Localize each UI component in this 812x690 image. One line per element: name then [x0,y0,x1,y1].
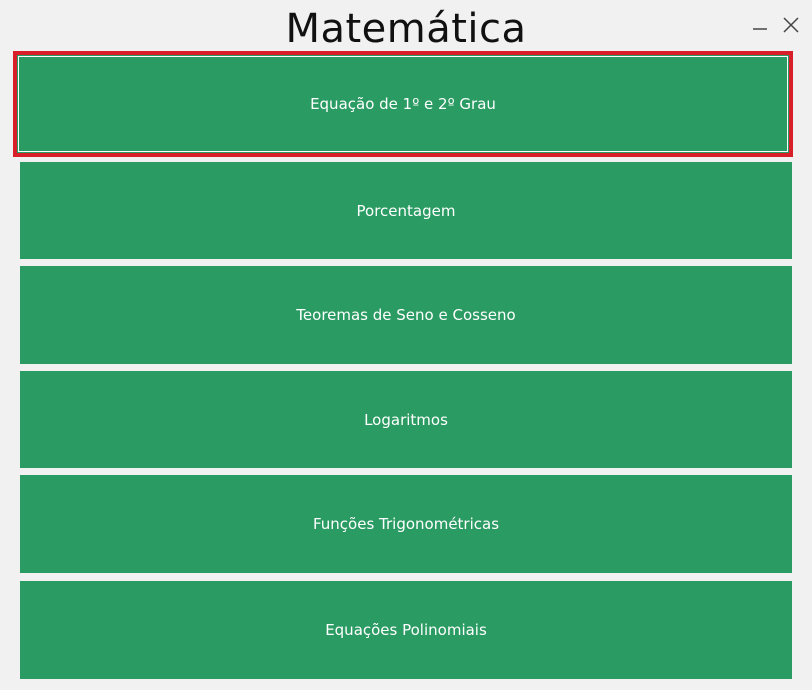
minimize-icon [753,28,767,30]
menu-button-teoremas[interactable]: Teoremas de Seno e Cosseno [20,266,792,364]
minimize-button[interactable] [747,12,773,38]
menu-button-polinomiais[interactable]: Equações Polinomiais [20,581,792,679]
close-button[interactable] [778,12,804,38]
menu-button-label: Equações Polinomiais [325,621,487,639]
menu-button-label: Porcentagem [356,201,456,220]
menu-button-label: Equação de 1º e 2º Grau [310,95,496,113]
close-icon [783,17,799,33]
menu-button-porcentagem[interactable]: Porcentagem [20,162,792,259]
page-title: Matemática [285,6,527,52]
menu-button-funcoes[interactable]: Funções Trigonométricas [20,475,792,573]
menu-button-label: Funções Trigonométricas [312,515,500,533]
menu-button-label: Teoremas de Seno e Cosseno [296,306,516,324]
menu-button-label: Logaritmos [364,410,448,429]
menu-button-equacao[interactable]: Equação de 1º e 2º Grau [13,51,793,157]
menu-button-logaritmos[interactable]: Logaritmos [20,371,792,468]
